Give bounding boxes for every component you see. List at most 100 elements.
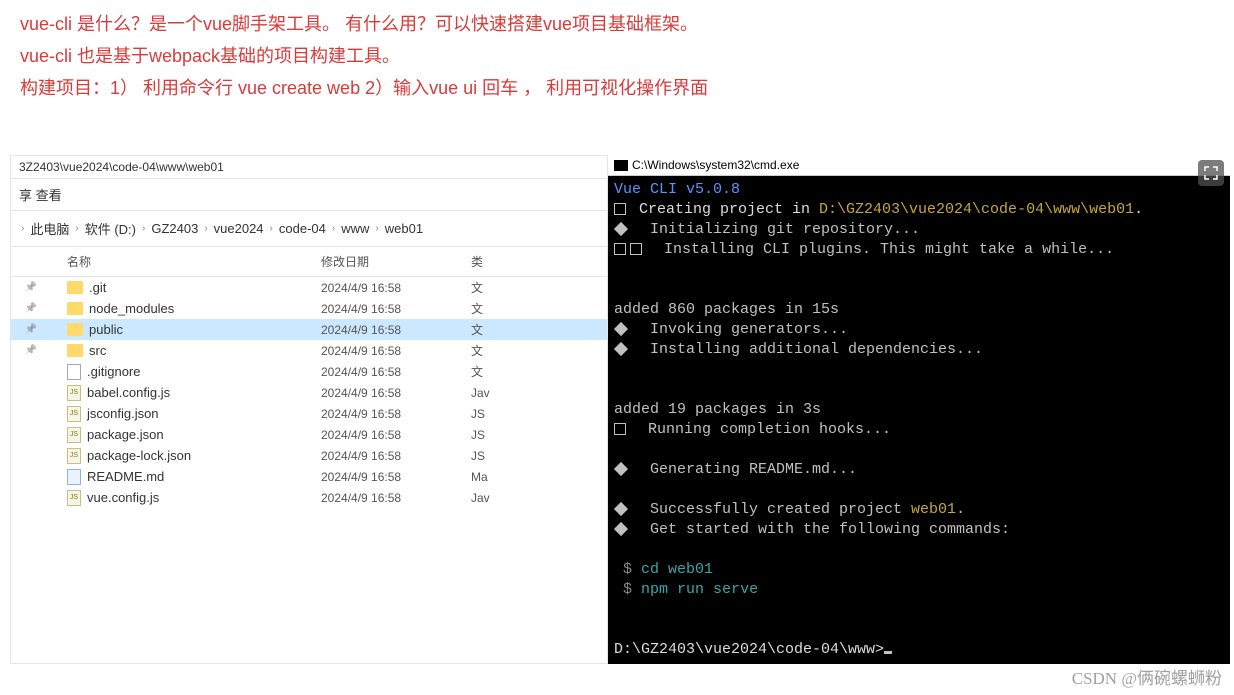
file-type: Jav [471,386,607,400]
file-row[interactable]: .gitignore 2024/4/9 16:58文 [11,361,607,382]
breadcrumb-item[interactable]: www [341,221,369,236]
cursor-icon [884,651,892,654]
diamond-icon [614,222,628,236]
project-name: web01 [911,501,956,518]
header-notes: vue-cli 是什么？是一个vue脚手架工具。 有什么用？可以快速搭建vue项… [0,0,1234,124]
file-name: jsconfig.json [87,406,159,421]
file-row[interactable]: JSpackage.json2024/4/9 16:58JS [11,424,607,445]
chevron-right-icon: › [202,223,209,234]
terminal-title-text: C:\Windows\system32\cmd.exe [632,158,799,172]
col-type-header[interactable]: 类 [471,253,607,270]
file-name: .gitignore [87,364,140,379]
breadcrumb-item[interactable]: 此电脑 [30,219,69,238]
file-name: .git [89,280,106,295]
file-type: 文 [471,363,607,380]
file-type: 文 [471,300,607,317]
added-packages: added 860 packages in 15s [614,301,839,318]
file-type: Jav [471,491,607,505]
breadcrumb-item[interactable]: vue2024 [214,221,264,236]
chevron-right-icon: › [268,223,275,234]
file-date: 2024/4/9 16:58 [321,281,471,295]
terminal-prompt: D:\GZ2403\vue2024\code-04\www> [614,641,884,658]
watermark: CSDN @俩碗螺蛳粉 [1072,664,1222,689]
diamond-icon [614,502,628,516]
diamond-icon [614,342,628,356]
file-type: JS [471,428,607,442]
file-name: package-lock.json [87,448,191,463]
file-date: 2024/4/9 16:58 [321,302,471,316]
pin-icon: 📌 [25,303,37,314]
cmd-terminal-window: C:\Windows\system32\cmd.exe Vue CLI v5.0… [608,155,1230,664]
diamond-icon [614,522,628,536]
file-date: 2024/4/9 16:58 [321,344,471,358]
file-list: 名称 修改日期 类 📌.git2024/4/9 16:58文📌node_modu… [11,247,607,508]
breadcrumb-item[interactable]: GZ2403 [151,221,198,236]
file-type: 文 [471,321,607,338]
expand-button[interactable] [1198,160,1224,186]
file-type: JS [471,407,607,421]
chevron-right-icon: › [140,223,147,234]
project-path: D:\GZ2403\vue2024\code-04\www\web01 [819,201,1134,218]
file-row[interactable]: JS babel.config.js 2024/4/9 16:58Jav [11,382,607,403]
cmd-icon [614,160,628,171]
col-date-header[interactable]: 修改日期 [321,253,471,270]
terminal-titlebar: C:\Windows\system32\cmd.exe [608,155,1230,176]
note-line-2: vue-cli 也是基于webpack基础的项目构建工具。 [20,40,1214,72]
file-row[interactable]: 📌 node_modules 2024/4/9 16:58文 [11,298,607,319]
file-explorer-window: 3Z2403\vue2024\code-04\www\web01 查看 › 此电… [10,155,608,664]
pin-icon: 📌 [25,345,37,356]
folder-icon [67,281,83,294]
file-row[interactable]: 📌public2024/4/9 16:58文 [11,319,607,340]
file-name: vue.config.js [87,490,159,505]
file-name: babel.config.js [87,385,170,400]
file-row[interactable]: 📌src2024/4/9 16:58文 [11,340,607,361]
terminal-output[interactable]: Vue CLI v5.0.8 Creating project in D:\GZ… [608,176,1230,664]
file-name: package.json [87,427,164,442]
file-row[interactable]: README.md 2024/4/9 16:58Ma [11,466,607,487]
file-row[interactable]: JSjsconfig.json2024/4/9 16:58JS [11,403,607,424]
file-name: README.md [87,469,164,484]
command-2: npm run serve [641,581,758,598]
file-date: 2024/4/9 16:58 [321,386,471,400]
chevron-right-icon: › [373,223,380,234]
folder-icon [67,323,83,336]
js-file-icon: JS [67,427,81,443]
chevron-right-icon: › [73,223,80,234]
js-file-icon: JS [67,385,81,401]
file-date: 2024/4/9 16:58 [321,407,471,421]
file-date: 2024/4/9 16:58 [321,491,471,505]
explorer-toolbar: 查看 [11,179,607,211]
md-file-icon [67,469,81,485]
breadcrumb-item[interactable]: 软件 (D:) [85,219,136,238]
file-name: public [89,322,123,337]
file-type: JS [471,449,607,463]
text-file-icon [67,364,81,380]
command-1: cd web01 [641,561,713,578]
js-file-icon: JS [67,448,81,464]
file-row[interactable]: 📌.git2024/4/9 16:58文 [11,277,607,298]
col-name-header[interactable]: 名称 [51,253,321,270]
file-name: node_modules [89,301,174,316]
pin-icon: 📌 [25,282,37,293]
diamond-icon [614,462,628,476]
explorer-titlebar: 3Z2403\vue2024\code-04\www\web01 [11,156,607,179]
breadcrumb-item[interactable]: web01 [385,221,423,236]
file-date: 2024/4/9 16:58 [321,365,471,379]
js-file-icon: JS [67,406,81,422]
file-row[interactable]: JS vue.config.js 2024/4/9 16:58Jav [11,487,607,508]
diamond-icon [614,322,628,336]
js-file-icon: JS [67,490,81,506]
file-date: 2024/4/9 16:58 [321,449,471,463]
file-date: 2024/4/9 16:58 [321,323,471,337]
breadcrumb-item[interactable]: code-04 [279,221,326,236]
toolbar-view[interactable]: 查看 [19,185,62,204]
breadcrumb[interactable]: › 此电脑 › 软件 (D:) › GZ2403 › vue2024 › cod… [11,211,607,247]
file-type: Ma [471,470,607,484]
vue-cli-version: Vue CLI v5.0.8 [614,181,740,198]
file-date: 2024/4/9 16:58 [321,470,471,484]
chevron-right-icon: › [19,223,26,234]
folder-icon [67,344,83,357]
file-row[interactable]: JSpackage-lock.json2024/4/9 16:58JS [11,445,607,466]
note-line-1: vue-cli 是什么？是一个vue脚手架工具。 有什么用？可以快速搭建vue项… [20,8,1214,40]
file-name: src [89,343,106,358]
